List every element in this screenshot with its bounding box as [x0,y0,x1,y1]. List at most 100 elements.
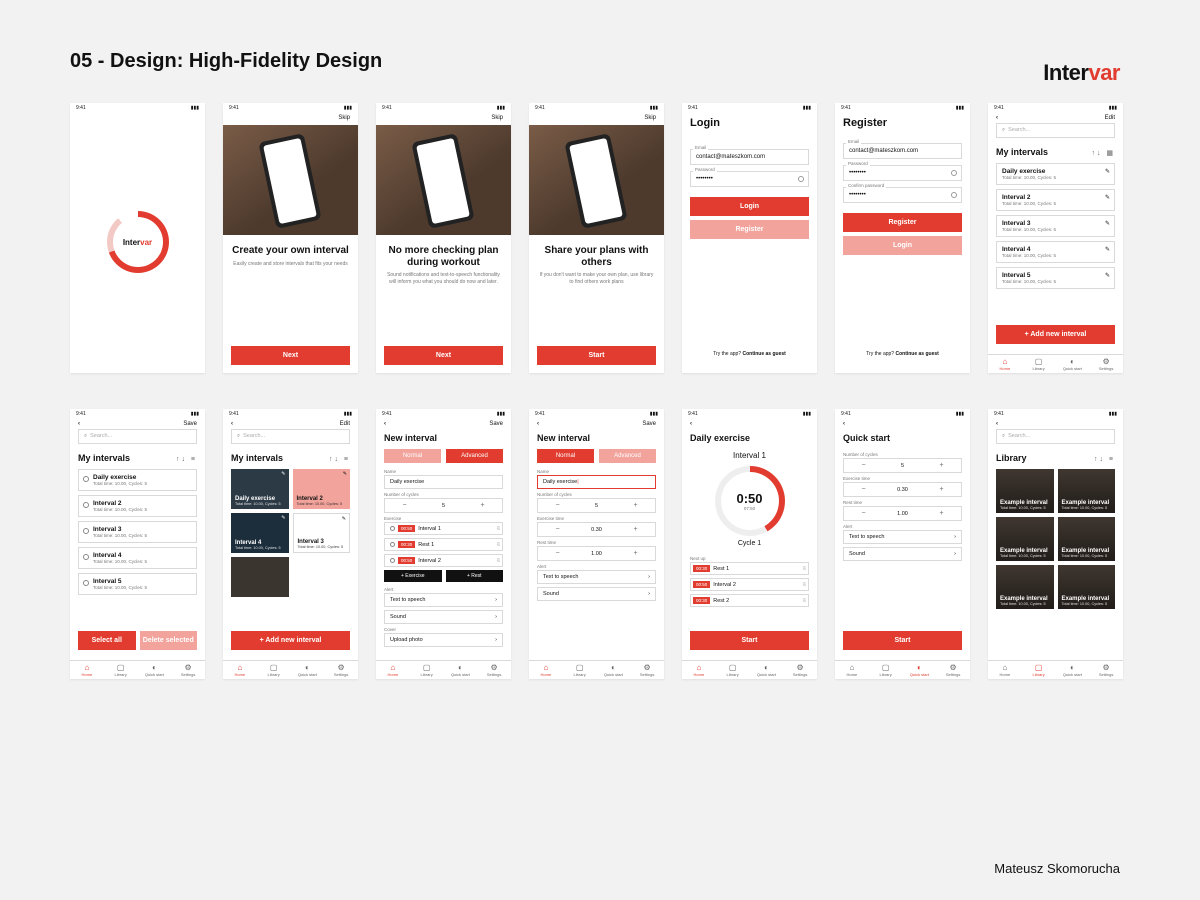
sort-icon[interactable]: ↑↓ ≡ [1094,456,1115,463]
exercise-row[interactable]: 00:50Interval 2≡ [384,554,503,567]
exercise-time-stepper[interactable]: −0.30+ [843,482,962,497]
delete-selected-button[interactable]: Delete selected [140,631,198,650]
email-field[interactable]: Emailcontact@mateszkom.com [843,143,962,159]
eye-icon[interactable] [951,170,957,176]
tab-home[interactable]: ⌂Home [682,664,716,677]
tab-settings[interactable]: ⚙Settings [1089,358,1123,371]
sort-icon[interactable]: ↑↓ ▦ [1091,149,1115,157]
tab-quickstart[interactable]: ◐Quick start [903,664,937,677]
tab-settings[interactable]: ⚙Settings [477,664,511,677]
back-button[interactable]: ‹ [843,421,845,427]
drag-icon[interactable]: ≡ [496,526,500,532]
register-button[interactable]: Register [843,213,962,232]
interval-card[interactable]: Daily exerciseTotal time: 10.00, Cycles:… [78,469,197,491]
tab-library[interactable]: ▢Library [716,664,750,677]
tab-library[interactable]: ▢Library [563,664,597,677]
tab-home[interactable]: ⌂Home [988,358,1022,371]
exercise-time-stepper[interactable]: −0.30+ [537,522,656,537]
minus-icon[interactable]: − [385,499,424,512]
eye-icon[interactable] [951,192,957,198]
guest-link[interactable]: Try the app? Continue as guest [843,341,962,367]
tab-quickstart[interactable]: ◐Quick start [750,664,784,677]
tab-settings[interactable]: ⚙Settings [171,664,205,677]
exercise-row[interactable]: 00:50Interval 1≡ [384,522,503,535]
back-button[interactable]: ‹ [231,421,233,427]
start-button[interactable]: Start [537,346,656,365]
tab-library[interactable]: ▢Library [410,664,444,677]
confirm-password-field[interactable]: Confirm password•••••••• [843,187,962,203]
mode-segmented[interactable]: Normal Advanced [384,449,503,463]
next-button[interactable]: Next [231,346,350,365]
interval-card[interactable]: Interval 3Total time: 10.00, Cycles: 5✎ [996,215,1115,237]
start-button[interactable]: Start [843,631,962,650]
search-input[interactable]: Search... [231,429,350,444]
eye-icon[interactable] [798,176,804,182]
radio-icon[interactable] [83,476,89,482]
seg-normal[interactable]: Normal [537,449,594,463]
seg-normal[interactable]: Normal [384,449,441,463]
rest-time-stepper[interactable]: −1.00+ [843,506,962,521]
edit-link[interactable]: Edit [340,421,350,427]
interval-grid-card[interactable] [231,557,289,597]
interval-card[interactable]: Interval 2Total time: 10.00, Cycles: 5 [78,495,197,517]
tab-library[interactable]: ▢Library [1022,664,1056,677]
library-card[interactable]: Example intervalTotal time: 10.00, Cycle… [1058,517,1116,561]
skip-link[interactable]: Skip [338,115,350,121]
interval-card[interactable]: Interval 4Total time: 10.00, Cycles: 5✎ [996,241,1115,263]
tab-home[interactable]: ⌂Home [835,664,869,677]
search-input[interactable]: Search... [996,123,1115,138]
edit-icon[interactable]: ✎ [1105,246,1110,253]
tab-settings[interactable]: ⚙Settings [1089,664,1123,677]
edit-icon[interactable]: ✎ [1105,220,1110,227]
interval-card[interactable]: Interval 5Total time: 10.00, Cycles: 5 [78,573,197,595]
tab-library[interactable]: ▢Library [869,664,903,677]
interval-grid-card[interactable]: ✎Interval 2Total time: 10.00, Cycles: 5 [293,469,351,509]
tab-quickstart[interactable]: ◐Quick start [1056,358,1090,371]
add-exercise-button[interactable]: + Exercise [384,570,442,582]
tab-home[interactable]: ⌂Home [223,664,257,677]
tab-library[interactable]: ▢Library [257,664,291,677]
save-link[interactable]: Save [183,421,197,427]
library-card[interactable]: Example intervalTotal time: 10.00, Cycle… [996,565,1054,609]
alert-select-sound[interactable]: Sound› [384,610,503,624]
back-button[interactable]: ‹ [690,421,692,427]
tab-settings[interactable]: ⚙Settings [936,664,970,677]
tab-quickstart[interactable]: ◐Quick start [1056,664,1090,677]
register-button[interactable]: Register [690,220,809,239]
tab-home[interactable]: ⌂Home [70,664,104,677]
tab-quickstart[interactable]: ◐Quick start [444,664,478,677]
queue-row[interactable]: 00:30Rest 1≡ [690,562,809,575]
tab-quickstart[interactable]: ◐Quick start [291,664,325,677]
tab-home[interactable]: ⌂Home [376,664,410,677]
search-input[interactable]: Search... [996,429,1115,444]
sort-icon[interactable]: ↑↓ ≡ [329,456,350,463]
search-input[interactable]: Search... [78,429,197,444]
edit-icon[interactable]: ✎ [281,471,285,477]
save-link[interactable]: Save [642,421,656,427]
seg-advanced[interactable]: Advanced [446,449,503,463]
tab-home[interactable]: ⌂Home [529,664,563,677]
alert-select-tts[interactable]: Text to speech› [384,593,503,607]
cycles-stepper[interactable]: −5+ [384,498,503,513]
tab-settings[interactable]: ⚙Settings [324,664,358,677]
seg-advanced[interactable]: Advanced [599,449,656,463]
add-rest-button[interactable]: + Rest [446,570,504,582]
tab-settings[interactable]: ⚙Settings [783,664,817,677]
cycles-stepper[interactable]: −5+ [843,458,962,473]
edit-icon[interactable]: ✎ [1105,194,1110,201]
start-button[interactable]: Start [690,631,809,650]
edit-icon[interactable]: ✎ [1105,168,1110,175]
skip-link[interactable]: Skip [644,115,656,121]
interval-card[interactable]: Interval 4Total time: 10.00, Cycles: 5 [78,547,197,569]
back-button[interactable]: ‹ [384,421,386,427]
password-field[interactable]: Password•••••••• [690,171,809,187]
interval-card[interactable]: Interval 2Total time: 10.00, Cycles: 5✎ [996,189,1115,211]
exercise-row[interactable]: 00:30Rest 1≡ [384,538,503,551]
alert-select-tts[interactable]: Text to speech› [537,570,656,584]
rest-time-stepper[interactable]: −1.00+ [537,546,656,561]
tab-quickstart[interactable]: ◐Quick start [597,664,631,677]
tab-quickstart[interactable]: ◐Quick start [138,664,172,677]
tab-settings[interactable]: ⚙Settings [630,664,664,677]
name-input[interactable]: Daily exercise| [537,475,656,489]
library-card[interactable]: Example intervalTotal time: 10.00, Cycle… [996,469,1054,513]
